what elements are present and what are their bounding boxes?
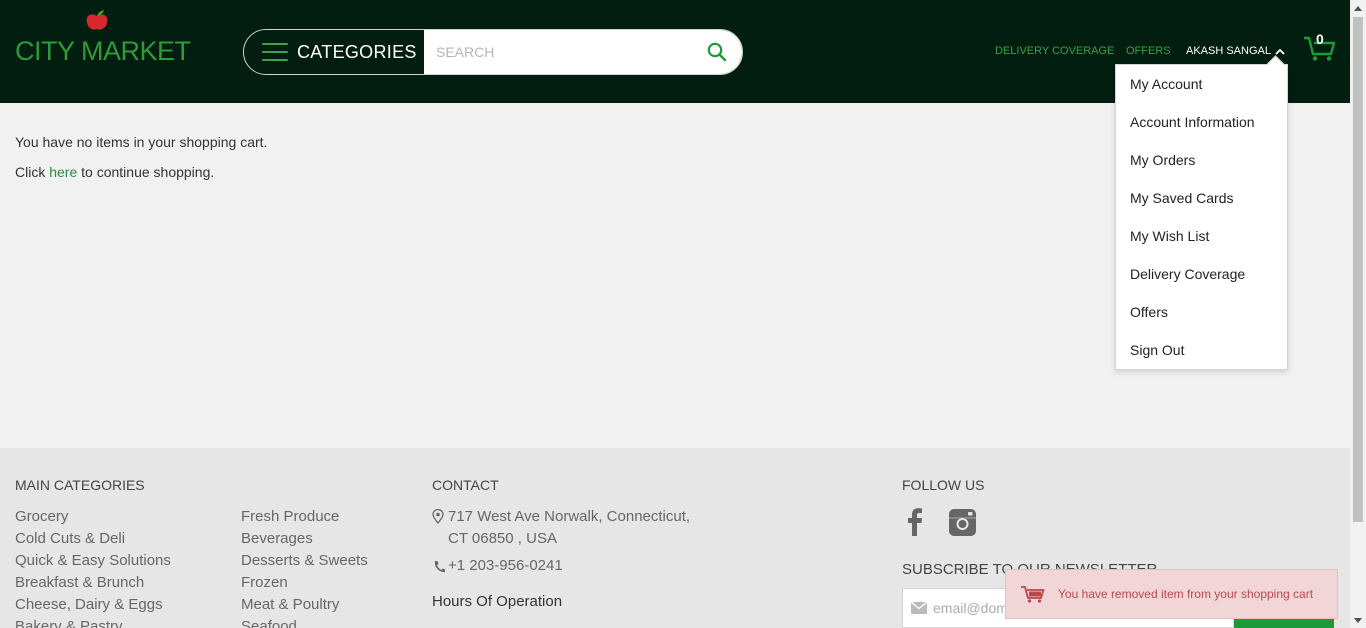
cart-empty-message: You have no items in your shopping cart.… <box>15 133 267 181</box>
menu-item-my-account[interactable]: My Account <box>1130 76 1202 92</box>
triangle-up-icon <box>1354 5 1362 11</box>
nav-offers[interactable]: OFFERS <box>1126 45 1171 57</box>
search-input[interactable] <box>424 30 692 74</box>
menu-item-my-orders[interactable]: My Orders <box>1130 152 1195 168</box>
cart-count-badge: 0 <box>1316 31 1324 47</box>
address-line-2: CT 06850 , USA <box>448 530 557 547</box>
menu-item-offers[interactable]: Offers <box>1130 304 1168 320</box>
nav-delivery-coverage[interactable]: DELIVERY COVERAGE <box>995 45 1114 57</box>
menu-item-my-saved-cards[interactable]: My Saved Cards <box>1130 190 1233 206</box>
menu-item-my-wish-list[interactable]: My Wish List <box>1130 228 1209 244</box>
nav-user-menu[interactable]: AKASH SANGAL <box>1186 45 1285 57</box>
chevron-up-icon <box>1275 48 1285 55</box>
main-categories-title: MAIN CATEGORIES <box>15 477 145 493</box>
continue-shopping-link[interactable]: here <box>49 164 77 180</box>
hours-title: Hours Of Operation <box>432 593 563 610</box>
scroll-down-arrow[interactable] <box>1350 612 1366 628</box>
phone-number: +1 203-956-0241 <box>448 557 563 574</box>
address-line-1: 717 West Ave Norwalk, Connecticut, <box>448 508 691 525</box>
scroll-up-arrow[interactable] <box>1350 0 1366 16</box>
footer-category-link[interactable]: Bakery & Pastry <box>15 618 123 628</box>
page-scrollbar[interactable] <box>1350 0 1366 628</box>
menu-item-sign-out[interactable]: Sign Out <box>1130 342 1184 358</box>
city-market-logo[interactable]: CITY MARKET <box>15 10 191 66</box>
facebook-icon[interactable] <box>905 508 923 536</box>
apple-icon <box>86 10 108 30</box>
menu-item-delivery-coverage[interactable]: Delivery Coverage <box>1130 266 1245 282</box>
envelope-icon <box>911 602 927 614</box>
continue-shopping-text: Click here to continue shopping. <box>15 164 215 180</box>
search-icon <box>707 42 727 62</box>
account-dropdown-menu: My Account Account Information My Orders… <box>1115 64 1288 370</box>
search-bar: CATEGORIES <box>243 29 743 75</box>
footer-category-link[interactable]: Breakfast & Brunch <box>15 574 144 591</box>
follow-us-title: FOLLOW US <box>902 477 985 493</box>
search-button[interactable] <box>692 30 742 74</box>
footer-category-link[interactable]: Meat & Poultry <box>241 596 339 613</box>
footer-category-link[interactable]: Seafood <box>241 618 297 628</box>
phone-icon <box>434 561 445 573</box>
footer-category-link[interactable]: Quick & Easy Solutions <box>15 552 171 569</box>
scrollbar-thumb[interactable] <box>1353 17 1363 522</box>
triangle-down-icon <box>1354 617 1362 623</box>
instagram-icon[interactable] <box>949 509 976 536</box>
footer-category-link[interactable]: Cheese, Dairy & Eggs <box>15 596 163 613</box>
footer-category-link[interactable]: Grocery <box>15 508 68 525</box>
map-pin-icon <box>432 509 444 524</box>
notification-text: You have removed item from your shopping… <box>1058 587 1314 601</box>
menu-item-account-information[interactable]: Account Information <box>1130 114 1255 130</box>
footer-category-link[interactable]: Fresh Produce <box>241 508 339 525</box>
footer-category-link[interactable]: Beverages <box>241 530 313 547</box>
empty-cart-text: You have no items in your shopping cart. <box>15 134 268 150</box>
user-name: AKASH SANGAL <box>1186 45 1271 57</box>
logo-text: CITY MARKET <box>15 36 191 66</box>
categories-label: CATEGORIES <box>297 41 417 62</box>
footer-category-link[interactable]: Frozen <box>241 574 288 591</box>
categories-button[interactable]: CATEGORIES <box>244 30 424 74</box>
contact-title: CONTACT <box>432 477 499 493</box>
hamburger-icon <box>262 43 288 61</box>
cart-icon <box>1021 586 1045 603</box>
footer-category-link[interactable]: Desserts & Sweets <box>241 552 368 569</box>
cart-removed-notification: You have removed item from your shopping… <box>1005 569 1338 619</box>
footer-category-link[interactable]: Cold Cuts & Deli <box>15 530 125 547</box>
